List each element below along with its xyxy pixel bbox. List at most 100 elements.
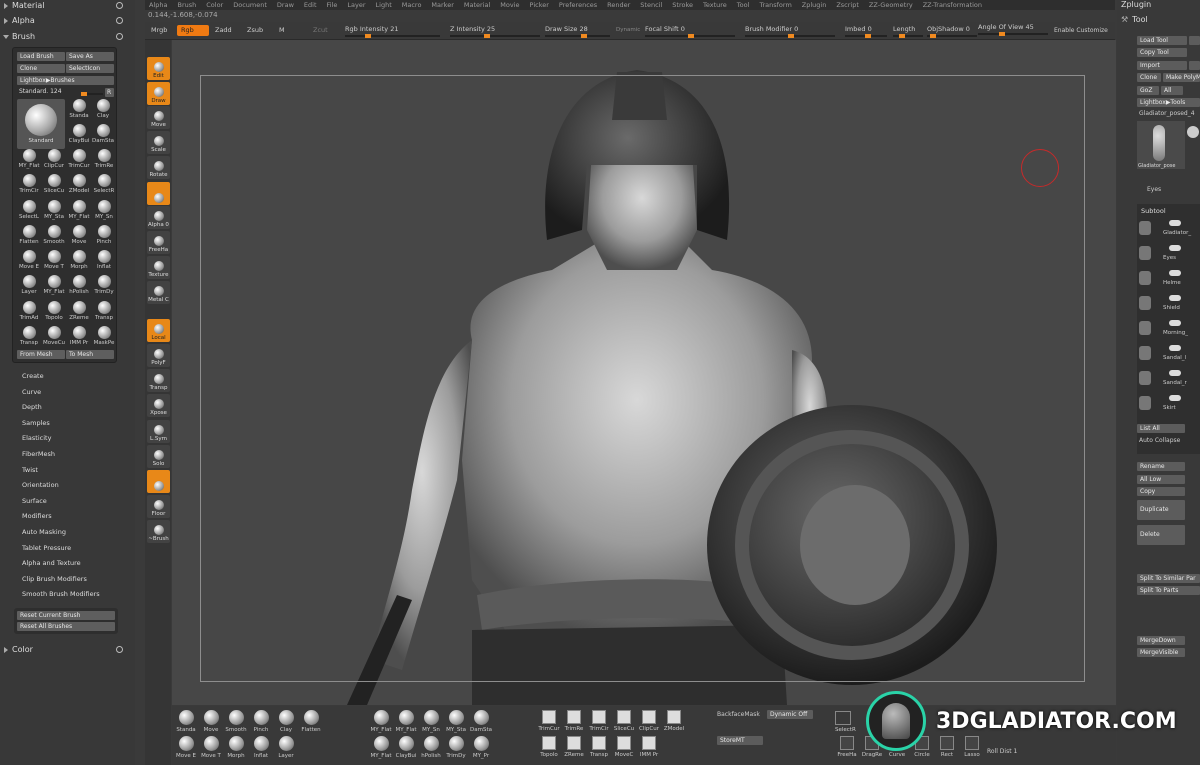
brush-item[interactable]: Pinch (92, 224, 116, 249)
subtool-item[interactable]: Shield (1139, 293, 1199, 317)
brush-item[interactable]: SliceCu (42, 174, 66, 198)
shelf-button--brush[interactable]: ~Brush (147, 520, 170, 543)
shelf-button-transp[interactable]: Transp (147, 369, 170, 392)
menu-stroke[interactable]: Stroke (672, 1, 693, 9)
subpalette-auto-masking[interactable]: Auto Masking (22, 528, 66, 536)
brush-item[interactable]: ClayBui (67, 124, 91, 148)
list-all-button[interactable]: List All (1137, 424, 1185, 433)
bottom-brush-item[interactable]: MY_Pr (469, 736, 493, 759)
stroke-freeha-button[interactable]: FreeHa (835, 736, 859, 758)
shelf-button-move[interactable]: Move (147, 106, 170, 129)
save-as-button[interactable]: Save As (66, 52, 114, 61)
menu-document[interactable]: Document (233, 1, 267, 9)
brush-item[interactable]: Inflat (92, 250, 116, 274)
shelf-button-solo[interactable]: Solo (147, 445, 170, 468)
shelf-button-draw[interactable]: Draw (147, 82, 170, 105)
subtool-item[interactable]: Helme (1139, 268, 1199, 292)
bottom-brush-item[interactable]: ClipCur (637, 710, 661, 732)
select-rect-icon[interactable] (835, 711, 851, 725)
subtool-header[interactable]: Subtool (1141, 207, 1166, 215)
from-mesh-button[interactable]: From Mesh (17, 350, 65, 359)
bottom-brush-item[interactable]: Move E (174, 736, 198, 759)
export-button[interactable] (1189, 61, 1200, 70)
import-button[interactable]: Import (1137, 61, 1187, 70)
bottom-brush-item[interactable]: MY_Flat (369, 710, 393, 733)
eye-toggle-icon[interactable] (1169, 295, 1181, 301)
bottom-brush-item[interactable]: Topolo (537, 736, 561, 758)
delete-button[interactable]: Delete (1137, 525, 1185, 545)
menu-brush[interactable]: Brush (177, 1, 196, 9)
bottom-brush-item[interactable]: ZModel (662, 710, 686, 732)
subpalette-modifiers[interactable]: Modifiers (22, 512, 52, 520)
menu-movie[interactable]: Movie (500, 1, 519, 9)
lightbox-tools-button[interactable]: Lightbox▶Tools (1137, 98, 1200, 107)
subpalette-orientation[interactable]: Orientation (22, 481, 59, 489)
subpalette-clip-brush-modifiers[interactable]: Clip Brush Modifiers (22, 575, 87, 583)
brush-item[interactable]: Flatten (17, 224, 41, 249)
gear-icon[interactable] (116, 2, 123, 9)
zcut-button[interactable]: Zcut (309, 25, 337, 36)
brush-item[interactable]: ZModel (67, 174, 91, 198)
menu-marker[interactable]: Marker (431, 1, 453, 9)
brush-item[interactable]: SelectR (92, 174, 116, 198)
bottom-brush-item[interactable]: Standa (174, 710, 198, 733)
menu-layer[interactable]: Layer (347, 1, 365, 9)
bottom-brush-item[interactable]: Transp (587, 736, 611, 758)
r-button[interactable]: R (105, 88, 114, 97)
material-palette-header[interactable]: Material (4, 1, 45, 10)
menu-transform[interactable]: Transform (759, 1, 791, 9)
tool-header[interactable]: ⚒ Tool (1121, 15, 1148, 24)
brush-item[interactable]: hPolish (67, 275, 91, 299)
subtool-item[interactable]: Eyes (1139, 243, 1199, 267)
load-brush-button[interactable]: Load Brush (17, 52, 65, 61)
current-brush-thumbnail[interactable]: Standard (17, 99, 65, 149)
brush-item[interactable]: TrimDy (92, 275, 116, 299)
menu-stencil[interactable]: Stencil (640, 1, 662, 9)
bottom-brush-item[interactable]: TrimCur (537, 710, 561, 732)
bottom-brush-item[interactable]: Clay (274, 710, 298, 733)
bottom-brush-item[interactable]: MY_Sta (444, 710, 468, 733)
brush-item[interactable]: IMM Pr (67, 326, 91, 350)
bottom-brush-item[interactable]: DamSta (469, 710, 493, 733)
duplicate-button[interactable]: Duplicate (1137, 500, 1185, 520)
eye-toggle-icon[interactable] (1169, 320, 1181, 326)
bottom-brush-item[interactable]: Move (199, 710, 223, 733)
subpalette-tablet-pressure[interactable]: Tablet Pressure (22, 544, 71, 552)
bottom-brush-item[interactable]: IMM Pr (637, 736, 661, 758)
brush-item[interactable]: Transp (17, 326, 41, 350)
zsub-button[interactable]: Zsub (243, 25, 273, 36)
subpalette-elasticity[interactable]: Elasticity (22, 434, 51, 442)
goz-all-button[interactable]: All (1161, 86, 1183, 95)
bottom-brush-item[interactable]: Pinch (249, 710, 273, 733)
brush-item[interactable]: TrimAd (17, 300, 41, 325)
brush-item[interactable]: Smooth (42, 224, 66, 249)
subpalette-fibermesh[interactable]: FiberMesh (22, 450, 55, 458)
menu-render[interactable]: Render (607, 1, 630, 9)
mrgb-button[interactable]: Mrgb (147, 25, 171, 36)
z-intensity-slider[interactable]: Z Intensity 25 (450, 25, 540, 38)
gear-icon[interactable] (116, 33, 123, 40)
bottom-brush-item[interactable]: TrimRe (562, 710, 586, 732)
bottom-brush-item[interactable]: hPolish (419, 736, 443, 759)
subpalette-depth[interactable]: Depth (22, 403, 42, 411)
bottom-brush-item[interactable]: MoveC (612, 736, 636, 758)
make-polymesh-button[interactable]: Make PolyM (1163, 73, 1200, 82)
bottom-brush-item[interactable]: Morph (224, 736, 248, 759)
bottom-brush-item[interactable]: TrimDy (444, 736, 468, 759)
menu-zscript[interactable]: Zscript (836, 1, 859, 9)
shelf-button-icon-16[interactable] (147, 470, 170, 493)
to-mesh-button[interactable]: To Mesh (66, 350, 114, 359)
shelf-button-scale[interactable]: Scale (147, 131, 170, 154)
menu-zz-geometry[interactable]: ZZ-Geometry (869, 1, 913, 9)
brush-item[interactable]: MY_Flat (17, 149, 41, 173)
bottom-brush-item[interactable]: Smooth (224, 710, 248, 733)
save-tool-button[interactable] (1189, 36, 1200, 45)
all-low-button[interactable]: All Low (1137, 475, 1185, 484)
gear-icon[interactable] (116, 17, 123, 24)
subpalette-curve[interactable]: Curve (22, 388, 41, 396)
shelf-button-edit[interactable]: Edit (147, 57, 170, 80)
menu-macro[interactable]: Macro (402, 1, 422, 9)
brush-item[interactable]: ClipCur (42, 149, 66, 173)
menu-zplugin[interactable]: Zplugin (802, 1, 827, 9)
subtool-item[interactable]: Gladiator_ (1139, 218, 1199, 242)
